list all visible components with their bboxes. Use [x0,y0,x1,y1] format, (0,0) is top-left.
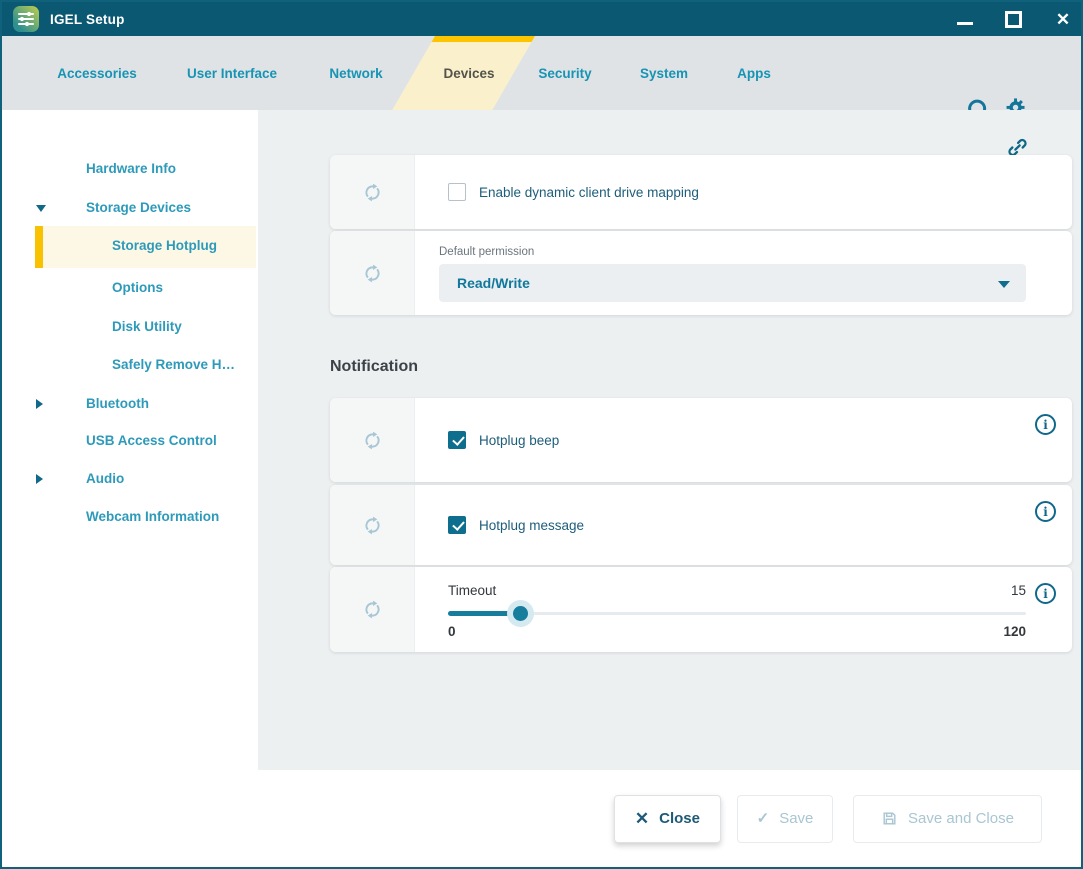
slider-fill [448,611,520,616]
maximize-button[interactable] [998,2,1028,36]
igel-setup-window: IGEL Setup ✕ Accessories User Interface … [0,0,1083,869]
save-and-close-button-label: Save and Close [908,810,1014,827]
setting-row-timeout: Timeout 15 0 120 i [330,567,1072,652]
sidebar-item-label: Options [112,269,163,307]
select-value: Read/Write [457,275,530,291]
reset-column[interactable] [330,398,415,482]
tab-network[interactable]: Network [329,36,382,110]
chevron-expanded-icon[interactable] [36,205,46,212]
slider-thumb[interactable] [513,606,528,621]
window-title: IGEL Setup [50,12,125,27]
timeout-value: 15 [1011,583,1026,598]
reset-icon [361,598,384,621]
default-permission-select[interactable]: Read/Write [439,264,1026,302]
sidebar-item-label: Audio [86,460,124,498]
reset-column[interactable] [330,155,415,229]
reset-column[interactable] [330,567,415,652]
close-window-button[interactable]: ✕ [1048,2,1078,36]
sidebar-item-label: Safely Remove H… [112,346,235,384]
chevron-collapsed-icon[interactable] [36,474,43,484]
sidebar-item-hardware-info[interactable]: Hardware Info [2,150,258,188]
chevron-down-icon [998,281,1010,288]
save-button[interactable]: ✓ Save [737,795,833,843]
body: Hardware Info Storage Devices Storage Ho… [2,110,1081,770]
sidebar-item-label: Disk Utility [112,308,182,346]
tab-bar: Accessories User Interface Network Devic… [2,36,1081,110]
setting-row-default-permission: Default permission Read/Write [330,231,1072,315]
timeout-label: Timeout [448,583,496,598]
close-window-icon: ✕ [1056,11,1070,28]
hotplug-beep-checkbox[interactable] [448,431,466,449]
close-button[interactable]: ✕ Close [614,795,721,843]
sidebar-item-webcam-information[interactable]: Webcam Information [2,498,258,536]
title-bar: IGEL Setup ✕ [2,2,1081,36]
sidebar-item-label: Storage Devices [86,189,191,227]
sidebar-item-bluetooth[interactable]: Bluetooth [2,385,258,423]
sidebar-navigation: Hardware Info Storage Devices Storage Ho… [2,110,258,770]
reset-icon [361,514,384,537]
sidebar-item-disk-utility[interactable]: Disk Utility [2,308,258,346]
setting-row-drive-mapping: Enable dynamic client drive mapping [330,155,1072,229]
setting-row-hotplug-message: Hotplug message i [330,485,1072,565]
drive-mapping-checkbox[interactable] [448,183,466,201]
tab-devices[interactable]: Devices [443,36,494,110]
sidebar-item-storage-hotplug[interactable]: Storage Hotplug [2,227,258,265]
info-icon[interactable]: i [1035,583,1056,604]
setting-row-hotplug-beep: Hotplug beep i [330,398,1072,482]
settings-panel: Enable dynamic client drive mapping Defa… [258,110,1081,770]
reset-column[interactable] [330,485,415,565]
save-button-label: Save [779,810,813,827]
hotplug-message-label: Hotplug message [479,518,584,533]
sidebar-item-usb-access-control[interactable]: USB Access Control [2,422,258,460]
tab-security[interactable]: Security [538,36,591,110]
default-permission-label: Default permission [439,246,1026,258]
tab-user-interface[interactable]: User Interface [187,36,277,110]
igel-logo-icon [13,6,39,32]
hotplug-beep-label: Hotplug beep [479,433,559,448]
sidebar-item-label: Storage Hotplug [112,227,217,265]
sidebar-item-label: Bluetooth [86,385,149,423]
hotplug-message-checkbox[interactable] [448,516,466,534]
sidebar-item-audio[interactable]: Audio [2,460,258,498]
sidebar-item-label: USB Access Control [86,422,217,460]
timeout-min: 0 [448,624,456,639]
reset-icon [361,262,384,285]
info-icon[interactable]: i [1035,501,1056,522]
sidebar-item-label: Hardware Info [86,150,176,188]
tab-apps[interactable]: Apps [737,36,771,110]
sidebar-item-safely-remove[interactable]: Safely Remove H… [2,346,258,384]
minimize-icon [957,22,973,25]
reset-column[interactable] [330,231,415,315]
tab-accessories[interactable]: Accessories [57,36,137,110]
chevron-collapsed-icon[interactable] [36,399,43,409]
timeout-slider[interactable] [448,612,1026,615]
sidebar-item-label: Webcam Information [86,498,219,536]
check-icon: ✓ [757,811,770,826]
maximize-icon [1005,11,1022,28]
minimize-button[interactable] [950,2,980,36]
timeout-max: 120 [1003,624,1026,639]
footer-bar: ✕ Close ✓ Save Save and Close [2,770,1081,867]
section-title-notification: Notification [330,358,418,376]
close-button-label: Close [659,810,700,827]
save-disk-icon [881,810,898,827]
info-icon[interactable]: i [1035,414,1056,435]
sidebar-item-storage-devices[interactable]: Storage Devices [2,189,258,227]
reset-icon [361,181,384,204]
close-x-icon: ✕ [635,810,649,827]
sidebar-item-options[interactable]: Options [2,269,258,307]
save-and-close-button[interactable]: Save and Close [853,795,1042,843]
reset-icon [361,429,384,452]
drive-mapping-label: Enable dynamic client drive mapping [479,185,699,200]
tab-system[interactable]: System [640,36,688,110]
